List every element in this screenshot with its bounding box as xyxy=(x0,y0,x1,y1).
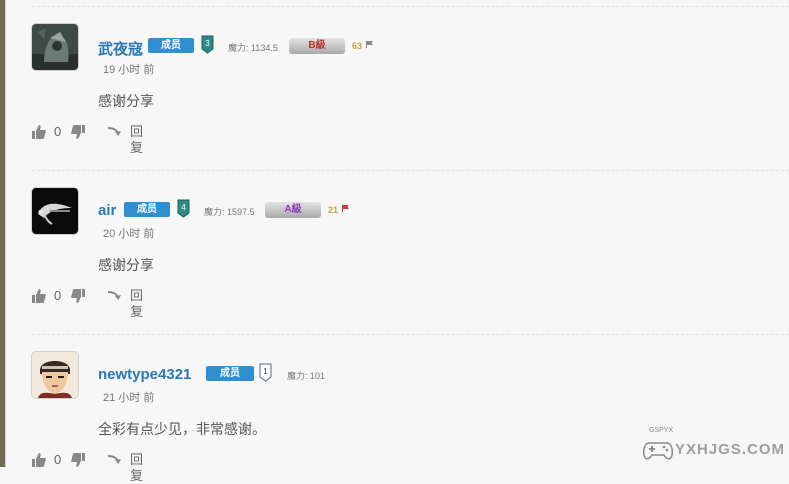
divider xyxy=(32,334,789,335)
username[interactable]: air xyxy=(98,202,116,219)
vote-count: 0 xyxy=(54,124,62,139)
timestamp: 21 小时 前 xyxy=(103,392,155,404)
power-stat: 魔力: 101 xyxy=(287,371,326,381)
reply-arrow-icon[interactable] xyxy=(107,125,123,139)
divider xyxy=(32,170,789,171)
flag-icon[interactable] xyxy=(342,205,349,212)
level-number: 1 xyxy=(263,367,268,376)
thumbs-down-icon[interactable] xyxy=(71,453,85,467)
thumbs-up-icon[interactable] xyxy=(32,125,46,139)
timestamp: 19 小时 前 xyxy=(103,64,155,76)
divider xyxy=(32,6,789,7)
medal-badge: A級 xyxy=(265,202,321,218)
avatar[interactable] xyxy=(32,24,78,70)
level-number: 4 xyxy=(181,203,186,212)
gamepad-icon xyxy=(643,442,673,460)
reply-arrow-icon[interactable] xyxy=(107,289,123,303)
thumbs-up-icon[interactable] xyxy=(32,453,46,467)
vote-count: 0 xyxy=(54,288,62,303)
power-stat: 魔力: 1134.5 xyxy=(228,43,278,53)
thumbs-up-icon[interactable] xyxy=(32,289,46,303)
timestamp: 20 小时 前 xyxy=(103,228,155,240)
flag-icon[interactable] xyxy=(366,41,373,48)
level-badge: 4 xyxy=(177,199,190,218)
username[interactable]: newtype4321 xyxy=(98,366,191,383)
thumbs-down-icon[interactable] xyxy=(71,289,85,303)
level-badge: 3 xyxy=(201,35,214,54)
reply-button[interactable]: 回复 xyxy=(130,288,143,320)
role-badge: 成员 xyxy=(124,202,170,217)
avatar[interactable] xyxy=(32,188,78,234)
comment-text: 感谢分享 xyxy=(98,257,154,273)
left-panel-edge xyxy=(0,0,6,467)
power-stat: 魔力: 1597.5 xyxy=(204,207,255,217)
thumbs-down-icon[interactable] xyxy=(71,125,85,139)
watermark: GSPYX YXHJGS.COM xyxy=(643,427,789,467)
watermark-small-text: GSPYX xyxy=(649,427,674,434)
role-badge: 成员 xyxy=(148,38,194,53)
watermark-text: YXHJGS.COM xyxy=(675,441,786,458)
reply-arrow-icon[interactable] xyxy=(107,453,123,467)
level-number: 3 xyxy=(205,39,210,48)
avatar[interactable] xyxy=(32,352,78,398)
comment-text: 全彩有点少见，非常感谢。 xyxy=(98,421,266,437)
role-badge: 成员 xyxy=(206,366,254,381)
points-count: 21 xyxy=(328,205,339,215)
comment-text: 感谢分享 xyxy=(98,93,154,109)
reply-button[interactable]: 回复 xyxy=(130,452,143,484)
vote-count: 0 xyxy=(54,452,62,467)
points-count: 63 xyxy=(352,41,363,51)
reply-button[interactable]: 回复 xyxy=(130,124,143,156)
medal-badge: B級 xyxy=(289,38,345,54)
level-badge: 1 xyxy=(259,363,272,382)
username[interactable]: 武夜寇 xyxy=(98,38,143,59)
